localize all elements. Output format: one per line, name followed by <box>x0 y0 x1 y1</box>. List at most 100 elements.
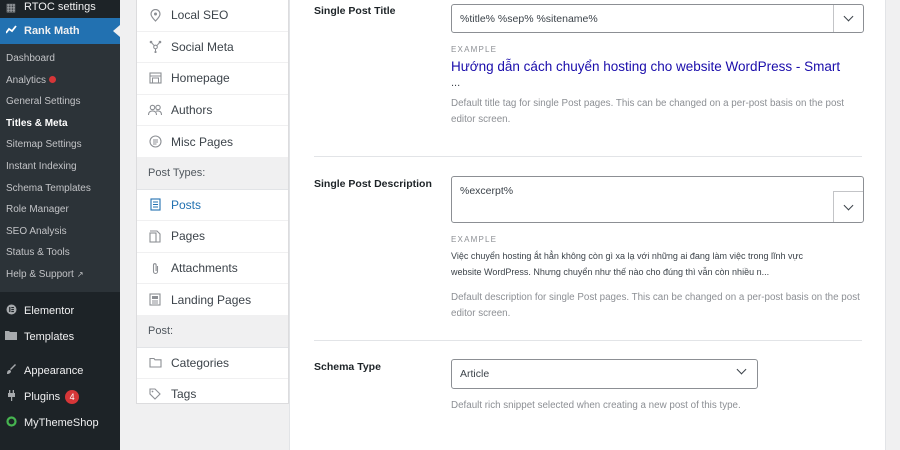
example-title-ellipsis: ... <box>451 77 461 89</box>
rank-math-icon <box>4 25 18 37</box>
rank-math-submenu: Dashboard Analytics General Settings Tit… <box>0 44 120 292</box>
field-label: Single Post Title <box>314 5 396 17</box>
nav-item-label: Tags <box>171 387 197 402</box>
submenu-seo-analysis[interactable]: SEO Analysis <box>0 221 120 243</box>
plugins-count-badge: 4 <box>65 389 80 404</box>
nav-item-label: Landing Pages <box>171 292 252 307</box>
chevron-down-icon <box>736 364 747 375</box>
example-description-line: website WordPress. Nhưng chuyển như thế … <box>451 267 770 277</box>
field-label: Single Post Description <box>314 178 432 190</box>
submenu-sitemap-settings[interactable]: Sitemap Settings <box>0 134 120 156</box>
schema-type-select[interactable]: Article <box>451 359 758 389</box>
nav-item-tags[interactable]: Tags <box>137 379 288 411</box>
social-share-icon <box>147 40 163 54</box>
post-title-input[interactable]: %title% %sep% %sitename% <box>451 4 864 33</box>
nav-item-posts[interactable]: Posts <box>137 190 288 222</box>
mythemeshop-icon <box>4 415 18 430</box>
home-icon <box>147 72 163 85</box>
post-description-textarea[interactable]: %excerpt% <box>451 176 864 223</box>
nav-item-homepage[interactable]: Homepage <box>137 63 288 95</box>
field-body: %title% %sep% %sitename% EXAMPLE Hướng d… <box>451 4 864 128</box>
example-title: Hướng dẫn cách chuyển hosting cho websit… <box>451 58 864 90</box>
nav-section-post-types: Post Types: <box>137 157 288 190</box>
folder-icon <box>4 330 18 343</box>
submenu-dashboard[interactable]: Dashboard <box>0 48 120 70</box>
sidebar-item-templates[interactable]: Templates <box>0 324 120 350</box>
submenu-general-settings[interactable]: General Settings <box>0 91 120 113</box>
tag-icon <box>147 388 163 401</box>
schema-type-value: Article <box>460 368 490 380</box>
field-description: Default title tag for single Post pages.… <box>451 98 845 125</box>
field-description: Default description for single Post page… <box>451 292 860 319</box>
nav-item-authors[interactable]: Authors <box>137 95 288 127</box>
folder-icon <box>147 357 163 368</box>
post-description-value: %excerpt% <box>460 185 514 197</box>
example-label: EXAMPLE <box>451 45 498 54</box>
field-body: %excerpt% EXAMPLE Việc chuyển hosting ắt… <box>451 176 864 322</box>
sidebar-item-label: Templates <box>24 330 75 343</box>
submenu-label: Analytics <box>6 74 47 86</box>
paperclip-icon <box>147 262 163 275</box>
sidebar-item-appearance[interactable]: Appearance <box>0 358 120 384</box>
submenu-schema-templates[interactable]: Schema Templates <box>0 178 120 200</box>
nav-item-label: Social Meta <box>171 39 234 54</box>
submenu-role-manager[interactable]: Role Manager <box>0 199 120 221</box>
submenu-label: Sitemap Settings <box>6 139 82 151</box>
field-schema-type: Schema Type Article Default rich snippet… <box>314 341 864 441</box>
sidebar-item-rtoc-settings[interactable]: ▦ RTOC settings <box>0 0 120 16</box>
field-single-post-title: Single Post Title %title% %sep% %sitenam… <box>314 0 864 156</box>
paintbrush-icon <box>4 363 18 378</box>
post-title-value: %title% %sep% %sitename% <box>460 12 598 25</box>
submenu-titles-meta[interactable]: Titles & Meta <box>0 113 120 135</box>
nav-item-categories[interactable]: Categories <box>137 348 288 380</box>
menu-group: Elementor Templates <box>0 292 120 350</box>
sidebar-item-elementor[interactable]: Elementor <box>0 298 120 324</box>
menu-group: Appearance Plugins 4 MyThemeShop <box>0 350 120 436</box>
nav-item-label: Posts <box>171 197 202 212</box>
submenu-status-tools[interactable]: Status & Tools <box>0 242 120 264</box>
nav-item-local-seo[interactable]: Local SEO <box>137 0 288 32</box>
submenu-label: SEO Analysis <box>6 225 67 237</box>
example-label: EXAMPLE <box>451 235 498 244</box>
submenu-instant-indexing[interactable]: Instant Indexing <box>0 156 120 178</box>
sidebar-item-label: Elementor <box>24 304 75 317</box>
location-pin-icon <box>147 8 163 22</box>
nav-item-label: Misc Pages <box>171 134 234 149</box>
nav-item-landing-pages[interactable]: Landing Pages <box>137 284 288 316</box>
plug-icon <box>4 389 18 404</box>
field-body: Article Default rich snippet selected wh… <box>451 359 864 414</box>
nav-item-pages[interactable]: Pages <box>137 221 288 253</box>
external-link-icon: ↗ <box>76 269 84 279</box>
variables-toggle-button[interactable] <box>833 191 863 222</box>
submenu-label: General Settings <box>6 96 81 108</box>
nav-item-label: Homepage <box>171 71 230 86</box>
nav-item-misc-pages[interactable]: Misc Pages <box>137 126 288 158</box>
field-description: Default rich snippet selected when creat… <box>451 400 741 411</box>
users-icon <box>147 104 163 116</box>
sidebar-item-plugins[interactable]: Plugins 4 <box>0 384 120 410</box>
notification-dot <box>49 76 57 84</box>
submenu-analytics[interactable]: Analytics <box>0 70 120 92</box>
sidebar-item-rank-math[interactable]: Rank Math <box>0 18 120 44</box>
nav-item-social-meta[interactable]: Social Meta <box>137 32 288 64</box>
document-icon <box>147 198 163 211</box>
nav-item-label: Authors <box>171 103 213 118</box>
chevron-down-icon <box>843 11 854 22</box>
nav-item-label: Pages <box>171 229 206 244</box>
submenu-label: Status & Tools <box>6 247 70 259</box>
nav-item-label: Categories <box>171 355 230 370</box>
sidebar-item-mythemeshop[interactable]: MyThemeShop <box>0 410 120 436</box>
page-icon <box>147 230 163 243</box>
settings-panel: Single Post Title %title% %sep% %sitenam… <box>289 0 886 450</box>
submenu-help-support[interactable]: Help & Support ↗ <box>0 264 120 286</box>
nav-item-label: Local SEO <box>171 8 229 23</box>
nav-item-attachments[interactable]: Attachments <box>137 253 288 285</box>
landing-page-icon <box>147 293 163 306</box>
submenu-label: Role Manager <box>6 204 69 216</box>
titles-meta-nav: Local SEO Social Meta Homepage Authors M… <box>136 0 289 411</box>
sidebar-item-label: RTOC settings <box>24 1 96 13</box>
example-description: Việc chuyển hosting ắt hẳn không còn gì … <box>451 248 864 280</box>
variables-toggle-button[interactable] <box>833 5 863 32</box>
submenu-label: Dashboard <box>6 53 55 64</box>
field-single-post-description: Single Post Description %excerpt% EXAMPL… <box>314 157 864 340</box>
